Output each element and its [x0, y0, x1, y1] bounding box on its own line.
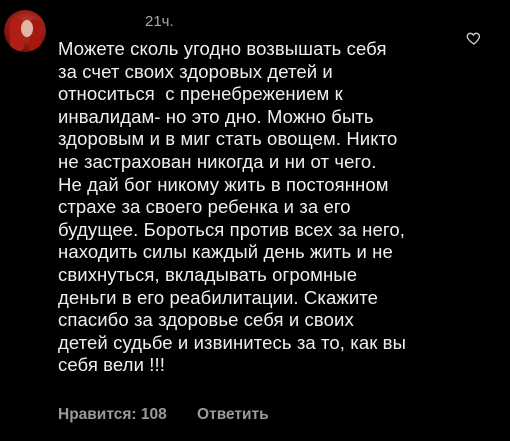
comment-text: Можете сколь угодно возвышать себя за сч… [58, 38, 407, 376]
avatar[interactable] [4, 10, 46, 52]
reply-button[interactable]: Ответить [197, 406, 269, 424]
comment-time: 21ч. [145, 13, 174, 30]
username-redacted[interactable] [60, 14, 138, 28]
avatar-face [21, 20, 33, 37]
likes-count[interactable]: Нравится: 108 [58, 406, 167, 424]
comment-actions: Нравится: 108 Ответить [58, 406, 269, 424]
comment: 21ч. Можете сколь угодно возвышать себя … [0, 0, 510, 441]
